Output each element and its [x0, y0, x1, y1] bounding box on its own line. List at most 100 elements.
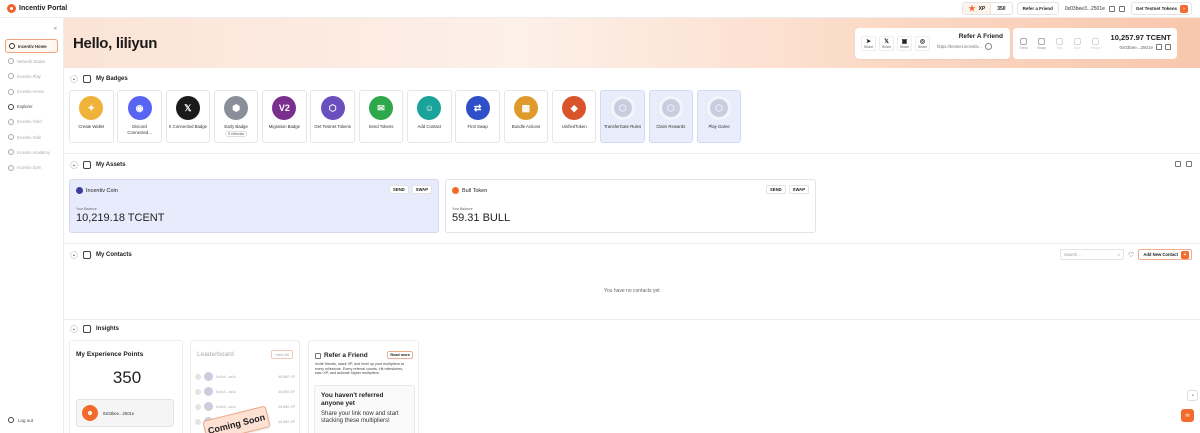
refer-friend-card: Refer a Friend Read more Invite friends,…: [308, 340, 419, 433]
xp-card-value: 350: [112, 368, 142, 387]
badge-medal-icon: ⬡: [658, 96, 683, 120]
refer-friend-button[interactable]: Refer a Friend: [1016, 2, 1059, 15]
badge-card[interactable]: ⬡ Claim Rewards: [648, 90, 694, 143]
copy-link-icon[interactable]: [984, 43, 992, 50]
insights-icon: [83, 325, 91, 333]
collapse-sidebar-icon[interactable]: «: [54, 26, 57, 32]
sidebar-item-incentiv-home[interactable]: Incentiv Home: [5, 39, 58, 53]
asset-balance: 10,219.18 TCENT: [76, 212, 165, 224]
badge-card[interactable]: ⬡ Play Game: [696, 90, 742, 143]
asset-balance-label: Your Balance: [76, 207, 97, 211]
sidebar-item-label: Incentiv Arena: [17, 89, 44, 95]
hero-banner: Hello, liliyun ➤ Share 𝕏 Share ▣ Share ◎ Share …: [64, 18, 1200, 68]
badge-card[interactable]: ✉ Send Tokens: [358, 90, 404, 143]
share-button[interactable]: ▣ Share: [897, 36, 912, 51]
chevron-down-icon[interactable]: ⌄: [70, 161, 78, 169]
asset-swap-button[interactable]: SWAP: [788, 185, 809, 194]
share-buttons: ➤ Share 𝕏 Share ▣ Share ◎ Share: [855, 36, 930, 51]
chevron-down-icon[interactable]: ⌄: [70, 75, 78, 83]
read-more-button[interactable]: Read more: [387, 351, 413, 359]
badge-card[interactable]: ⬡ Get Testnet Tokens: [310, 90, 355, 143]
badge-name: Discord Connected...: [127, 124, 152, 135]
badge-card[interactable]: ⬢ Early Badge 5 referrals: [213, 90, 259, 143]
sidebar-item-network-status[interactable]: Network Status: [5, 54, 58, 68]
xp-user-address: 0x03bee...2501e: [103, 410, 135, 416]
wallet-address-text: 0x03bee3...2501e: [1064, 5, 1105, 12]
grid-view-icon[interactable]: [1175, 161, 1181, 167]
badges-title: My Badges: [96, 76, 128, 82]
list-view-icon[interactable]: [1186, 161, 1192, 167]
sidebar-item-incentiv-play[interactable]: Incentiv Play: [5, 69, 58, 83]
top-bar: Incentiv Portal ★ XP 350 Refer a Friend 0…: [0, 0, 1200, 18]
contacts-search-input[interactable]: Search... ⌕: [1060, 249, 1125, 260]
chat-icon[interactable]: ✉: [1181, 409, 1194, 422]
asset-send-button[interactable]: SEND: [389, 185, 409, 194]
token-action-send-button[interactable]: Send: [1016, 35, 1031, 52]
sidebar-item-incentiv-earn[interactable]: Incentiv Earn: [5, 161, 58, 175]
badge-card[interactable]: V2 Migration Badge: [262, 90, 307, 143]
sidebar-item-incentiv-yield[interactable]: Incentiv Yield: [5, 115, 58, 129]
share-button[interactable]: ◎ Share: [915, 36, 930, 51]
share-label: Share: [863, 44, 874, 49]
asset-send-button[interactable]: SEND: [766, 185, 786, 194]
qr-icon[interactable]: [1165, 44, 1171, 50]
xp-pill[interactable]: ★ XP 350: [962, 2, 1013, 15]
wallet-icon: [83, 161, 91, 169]
logout-label: Log out: [18, 417, 34, 423]
help-widget-icon[interactable]: ◔: [1187, 390, 1198, 401]
get-testnet-tokens-button[interactable]: Get Testnet Tokens ›: [1130, 2, 1192, 15]
sidebar-item-incentiv-academy[interactable]: Incentiv Academy: [5, 145, 58, 159]
asset-card: Incentiv Coin SEND SWAP Your Balance 10,219.…: [69, 179, 439, 233]
star-icon: ★: [968, 4, 976, 13]
xp-card-title: My Experience Points: [76, 351, 144, 358]
get-testnet-tokens-label: Get Testnet Tokens: [1135, 6, 1177, 11]
nav-item-icon: [8, 73, 14, 80]
share-button[interactable]: 𝕏 Share: [879, 36, 894, 51]
badge-icon: [83, 75, 91, 83]
asset-swap-button[interactable]: SWAP: [411, 185, 432, 194]
rank-medal-icon: [195, 388, 201, 395]
logout-icon: [8, 417, 14, 423]
assets-section-header[interactable]: ⌄ My Assets: [70, 161, 125, 169]
badge-medal-icon: ✦: [79, 96, 104, 120]
chevron-down-icon[interactable]: ⌄: [70, 251, 78, 259]
badge-card[interactable]: ☺ Add Contact: [407, 90, 452, 143]
badge-card[interactable]: ◆ UnifiedToken: [551, 90, 597, 143]
badge-name: UnifiedToken: [561, 124, 587, 129]
brand-logo[interactable]: Incentiv Portal: [7, 4, 67, 13]
share-label: Share: [917, 44, 928, 49]
badge-card[interactable]: ⬡ TransferGate Rules: [600, 90, 645, 143]
logout-button[interactable]: Log out: [8, 417, 33, 423]
badge-name: First Swap: [467, 124, 488, 129]
badge-card[interactable]: ⇄ First Swap: [455, 90, 500, 143]
view-all-button[interactable]: View All: [271, 350, 293, 359]
nav-item-icon: [8, 164, 14, 171]
leaderboard-row: 0x0c4...ac1c 48,680 XP: [195, 386, 295, 397]
nav-item-icon: [8, 103, 14, 110]
contacts-section-header[interactable]: ⌄ My Contacts: [70, 251, 132, 259]
badges-section-header[interactable]: ⌄ My Badges: [70, 75, 128, 83]
sidebar-item-explorer[interactable]: Explorer: [5, 100, 58, 114]
badge-card[interactable]: ◉ Discord Connected...: [117, 90, 162, 143]
qr-icon[interactable]: [1118, 5, 1125, 12]
copy-icon[interactable]: [1156, 44, 1162, 50]
token-action-swap-button[interactable]: Swap: [1034, 35, 1049, 52]
sidebar-item-incentiv-arena[interactable]: Incentiv Arena: [5, 85, 58, 99]
add-new-contact-button[interactable]: Add New Contact +: [1138, 249, 1192, 260]
chevron-down-icon[interactable]: ⌄: [70, 325, 78, 333]
refer-empty-title: You haven't referred anyone yet: [321, 392, 384, 407]
nav-item-icon: [8, 88, 14, 95]
insights-section-header[interactable]: ⌄ Insights: [70, 325, 119, 333]
sidebar-item-incentiv-safe[interactable]: Incentiv Safe: [5, 130, 58, 144]
favorites-heart-icon[interactable]: ♡: [1128, 251, 1134, 259]
leaderboard-title: Leaderboard: [197, 351, 234, 358]
badge-card[interactable]: ▦ Bundle Actions: [503, 90, 549, 143]
badge-card[interactable]: 𝕏 X Connected Badge: [165, 90, 211, 143]
coin-icon: [76, 187, 83, 194]
sidebar-item-label: Incentiv Yield: [17, 119, 42, 125]
copy-icon[interactable]: [1108, 5, 1115, 12]
share-button[interactable]: ➤ Share: [861, 36, 876, 51]
sidebar-item-label: Incentiv Home: [18, 43, 47, 49]
badge-card[interactable]: ✦ Create Wallet: [69, 90, 114, 143]
bridge-icon: [1092, 37, 1099, 45]
